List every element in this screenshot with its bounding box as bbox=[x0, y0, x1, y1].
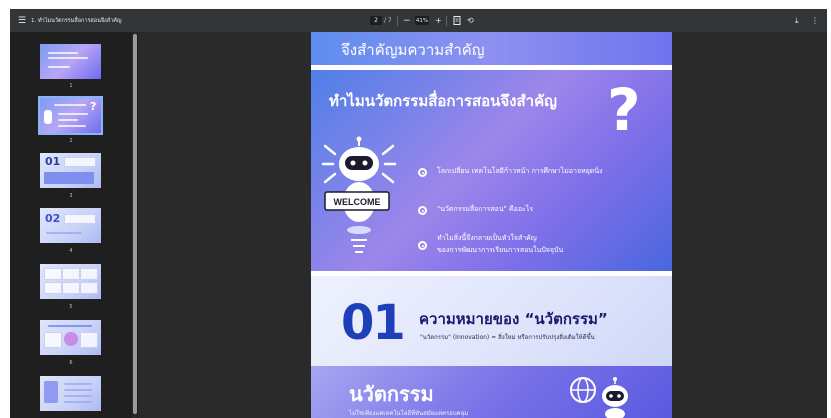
rotate-icon[interactable]: ⟲ bbox=[467, 9, 474, 32]
question-mark-icon: ? bbox=[607, 76, 641, 144]
thumbnail-heading: 02 bbox=[45, 212, 61, 225]
page-number-input[interactable]: 2 bbox=[370, 16, 382, 25]
slide-heading: จึงสำคัญมความสำคัญ bbox=[341, 41, 485, 59]
fit-page-icon[interactable] bbox=[453, 9, 461, 32]
menu-icon[interactable]: ☰ bbox=[16, 9, 28, 32]
zoom-in-button[interactable]: + bbox=[435, 9, 442, 32]
document-title: 1. ทำไมนวัตกรรมสื่อการสอนจึงสำคัญ bbox=[31, 17, 122, 24]
thumbnail-number: 4 bbox=[69, 248, 73, 254]
pdf-toolbar: ☰ 1. ทำไมนวัตกรรมสื่อการสอนจึงสำคัญ 2 / … bbox=[10, 9, 827, 32]
pdf-viewer: ☰ 1. ทำไมนวัตกรรมสื่อการสอนจึงสำคัญ 2 / … bbox=[10, 9, 827, 418]
thumbnail-page-2[interactable]: ? bbox=[38, 96, 103, 135]
pdf-page: จึงสำคัญมความสำคัญ ทำไมนวัตกรรมสื่อการสอ… bbox=[311, 32, 672, 418]
thumbnail-number: 5 bbox=[69, 304, 73, 310]
thumbnail-page-7[interactable] bbox=[40, 376, 101, 411]
slide-title: ทำไมนวัตกรรมสื่อการสอนจึงสำคัญ bbox=[329, 92, 557, 110]
bullet-text: ทำไมสิ่งนี้จึงกลายเป็นหัวใจสำคัญ bbox=[437, 234, 537, 242]
thumbnail-page-3[interactable]: 01 bbox=[40, 153, 101, 188]
thumbnail-number: 6 bbox=[69, 360, 73, 366]
slide-innovation-meaning: 01 ความหมายของ “นวัตกรรม” "นวัตกรรม" (In… bbox=[311, 276, 672, 366]
toolbar-divider bbox=[397, 16, 398, 26]
thumbnail-page-5[interactable] bbox=[40, 264, 101, 299]
slide-top-partial: จึงสำคัญมความสำคัญ bbox=[311, 32, 672, 65]
welcome-robot-icon: WELCOME bbox=[321, 136, 397, 253]
thumbnail-page-1[interactable] bbox=[40, 44, 101, 79]
welcome-sign-text: WELCOME bbox=[334, 197, 381, 207]
thumbnail-number: 1 bbox=[69, 83, 73, 89]
slide-title: นวัตกรรม bbox=[349, 382, 434, 406]
slide-why-innovation: ทำไมนวัตกรรมสื่อการสอนจึงสำคัญ ? WELCOME… bbox=[311, 70, 672, 271]
section-number: 01 bbox=[341, 295, 406, 351]
bullet-icon bbox=[418, 241, 427, 250]
thumbnail-sidebar: 1 ? 2 01 3 02 4 5 6 bbox=[10, 32, 138, 418]
bullet-text: "นวัตกรรมสื่อการสอน" คืออะไร bbox=[437, 205, 534, 213]
thumbnail-heading: 01 bbox=[45, 155, 61, 168]
slide-subtitle: "นวัตกรรม" (Innovation) = สิ่งใหม่ หรือก… bbox=[420, 334, 595, 341]
thumbnail-page-6[interactable] bbox=[40, 320, 101, 355]
slide-innovation: นวัตกรรม ไม่ใช่เพียงแค่เทคโนโลยีที่ทันสม… bbox=[311, 366, 672, 418]
bullet-icon bbox=[418, 168, 427, 177]
thumbnail-number: 2 bbox=[69, 138, 73, 144]
zoom-level-input[interactable]: 41% bbox=[415, 16, 429, 25]
thumbnail-page-4[interactable]: 02 bbox=[40, 208, 101, 243]
robot-icon bbox=[602, 377, 628, 418]
more-options-icon[interactable]: ⋮ bbox=[811, 9, 819, 32]
page-total: / 7 bbox=[384, 17, 392, 24]
globe-icon bbox=[570, 377, 596, 403]
download-icon[interactable]: ⤓ bbox=[795, 9, 799, 32]
thumbnail-number: 3 bbox=[69, 193, 73, 199]
toolbar-divider bbox=[446, 16, 447, 26]
bullet-text: โลกเปลี่ยน เทคโนโลยีก้าวหน้า การศึกษาไม่… bbox=[437, 167, 603, 175]
sidebar-scrollbar-thumb[interactable] bbox=[133, 34, 137, 414]
document-canvas: จึงสำคัญมความสำคัญ ทำไมนวัตกรรมสื่อการสอ… bbox=[138, 32, 827, 418]
bullet-text: ของการพัฒนาการเรียนการสอนในปัจจุบัน bbox=[437, 246, 564, 254]
zoom-out-button[interactable]: − bbox=[403, 9, 411, 32]
bullet-icon bbox=[418, 206, 427, 215]
slide-subtitle: ไม่ใช่เพียงแค่เทคโนโลยีที่ทันสมัยแต่ครอบ… bbox=[349, 410, 469, 417]
slide-title: ความหมายของ “นวัตกรรม” bbox=[419, 310, 608, 328]
